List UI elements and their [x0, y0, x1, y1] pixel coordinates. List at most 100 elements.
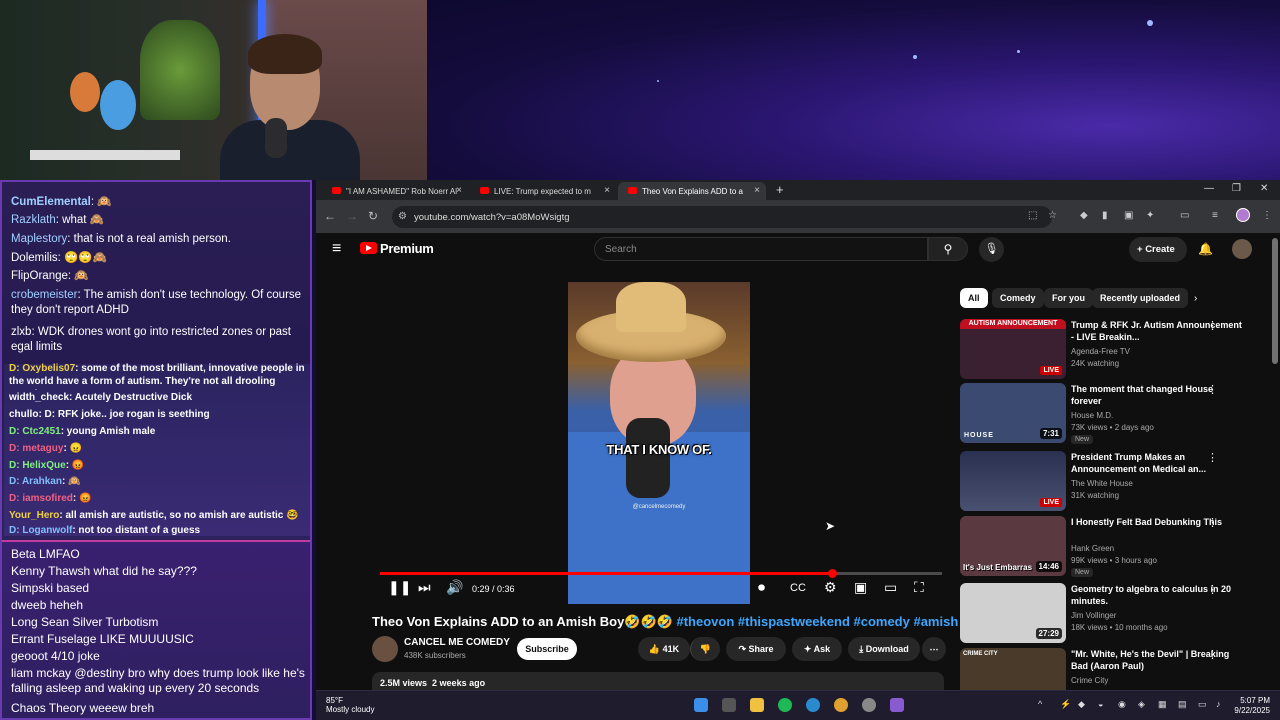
- video-hashtags[interactable]: #theovon #thispastweekend #comedy #amish: [677, 614, 959, 629]
- close-tab-icon[interactable]: ×: [754, 185, 760, 196]
- volume-icon[interactable]: 🔊: [446, 579, 463, 596]
- like-button[interactable]: 👍 41K: [638, 637, 690, 661]
- install-icon[interactable]: ⬚: [1028, 210, 1037, 221]
- recommended-video[interactable]: HOUSE 7:31 The moment that changed House…: [960, 383, 1260, 445]
- recommended-video[interactable]: CRIME CITY "Mr. White, He's the Devil" |…: [960, 648, 1260, 690]
- forward-icon[interactable]: →: [346, 209, 358, 223]
- more-options-icon[interactable]: ⋮: [1207, 648, 1218, 661]
- video-thumbnail[interactable]: CRIME CITY: [960, 648, 1066, 690]
- channel-name[interactable]: CANCEL ME COMEDY: [404, 637, 510, 648]
- recommendation-channel[interactable]: Agenda-Free TV: [1071, 346, 1130, 358]
- video-thumbnail[interactable]: HOUSE 7:31: [960, 383, 1066, 443]
- tray-app-icon[interactable]: ◉: [1118, 699, 1126, 710]
- tray-app-icon[interactable]: ◈: [1138, 699, 1145, 710]
- browser-tab[interactable]: LIVE: Trump expected to m ×: [470, 182, 616, 200]
- more-actions-button[interactable]: ⋯: [922, 637, 946, 661]
- video-thumbnail[interactable]: 27:29: [960, 583, 1066, 643]
- url-field[interactable]: ⚙ youtube.com/watch?v=a08MoWsigtg: [392, 206, 1052, 228]
- captions-icon[interactable]: CC: [790, 582, 806, 594]
- channel-avatar[interactable]: [372, 636, 398, 662]
- download-button[interactable]: ⤓ Download: [848, 637, 920, 661]
- extension-icon[interactable]: ▣: [1124, 210, 1133, 221]
- hamburger-menu-icon[interactable]: ≡: [332, 240, 341, 258]
- tray-app-icon[interactable]: ◆: [1078, 699, 1085, 710]
- recommendation-channel[interactable]: House M.D.: [1071, 410, 1113, 422]
- minimize-icon[interactable]: —: [1204, 183, 1214, 194]
- search-button[interactable]: ⚲: [928, 237, 968, 261]
- miniplayer-icon[interactable]: ▣: [854, 579, 867, 596]
- extension-icon[interactable]: ◆: [1080, 210, 1088, 221]
- autoplay-toggle-icon[interactable]: ⏺: [758, 579, 765, 596]
- app-icon[interactable]: [890, 698, 904, 712]
- more-options-icon[interactable]: ⋮: [1207, 583, 1218, 596]
- recommended-video[interactable]: 27:29 Geometry to algebra to calculus in…: [960, 583, 1260, 645]
- video-player[interactable]: THAT I KNOW OF. @cancelmecomedy ❚❚ ⏭ 🔊 0…: [378, 280, 944, 606]
- theater-mode-icon[interactable]: ▭: [884, 579, 897, 596]
- progress-bar[interactable]: [380, 569, 942, 578]
- close-tab-icon[interactable]: ×: [456, 185, 462, 196]
- chip-for-you[interactable]: For you: [1044, 288, 1093, 308]
- new-tab-icon[interactable]: +: [776, 182, 784, 197]
- account-avatar[interactable]: [1232, 239, 1252, 259]
- pause-icon[interactable]: ❚❚: [388, 579, 411, 596]
- browser-tab[interactable]: "I AM ASHAMED" Rob Noerr Al ×: [322, 182, 468, 200]
- system-clock[interactable]: 5:07 PM 9/22/2025: [1234, 696, 1270, 716]
- ask-button[interactable]: ✦ Ask: [792, 637, 842, 661]
- voice-search-button[interactable]: 🎙: [979, 237, 1004, 262]
- subscribe-button[interactable]: Subscribe: [517, 638, 577, 660]
- spotify-icon[interactable]: [778, 698, 792, 712]
- back-icon[interactable]: ←: [324, 209, 336, 223]
- edge-icon[interactable]: [806, 698, 820, 712]
- settings-gear-icon[interactable]: ⚙: [824, 579, 837, 596]
- sidebar-icon[interactable]: ▭: [1180, 210, 1189, 221]
- recommendation-channel[interactable]: Hank Green: [1071, 543, 1114, 555]
- close-window-icon[interactable]: ✕: [1260, 183, 1268, 194]
- video-thumbnail[interactable]: It's Just Embarras 14:46: [960, 516, 1066, 576]
- page-scrollbar[interactable]: [1272, 238, 1278, 364]
- recommended-video[interactable]: LIVE President Trump Makes an Announceme…: [960, 451, 1260, 513]
- volume-tray-icon[interactable]: ♪: [1216, 699, 1221, 709]
- site-info-icon[interactable]: ⚙: [398, 211, 407, 222]
- tray-app-icon[interactable]: ⚡: [1060, 699, 1071, 710]
- chevron-right-icon[interactable]: ›: [1194, 293, 1197, 304]
- chrome-icon[interactable]: [834, 698, 848, 712]
- tray-app-icon[interactable]: ◒: [1098, 699, 1103, 709]
- task-view-icon[interactable]: [722, 698, 736, 712]
- media-controls-icon[interactable]: ≡: [1212, 210, 1218, 221]
- menu-dots-icon[interactable]: ⋮: [1262, 210, 1272, 221]
- more-options-icon[interactable]: ⋮: [1207, 383, 1218, 396]
- browser-tab-active[interactable]: Theo Von Explains ADD to a ×: [618, 182, 766, 200]
- more-options-icon[interactable]: ⋮: [1207, 451, 1218, 464]
- tray-chevron-icon[interactable]: ^: [1038, 699, 1042, 709]
- chip-comedy[interactable]: Comedy: [992, 288, 1044, 308]
- video-frame[interactable]: THAT I KNOW OF. @cancelmecomedy: [568, 282, 750, 604]
- tray-app-icon[interactable]: ▤: [1178, 699, 1187, 710]
- recommendation-channel[interactable]: Jim Vollinger: [1071, 610, 1116, 622]
- start-windows-icon[interactable]: [694, 698, 708, 712]
- premium-logo-text[interactable]: Premium: [380, 241, 434, 256]
- bookmark-star-icon[interactable]: ☆: [1048, 210, 1057, 221]
- tray-app-icon[interactable]: ▦: [1158, 699, 1167, 710]
- maximize-icon[interactable]: ❐: [1232, 183, 1241, 194]
- dislike-button[interactable]: 👎: [690, 637, 720, 661]
- video-thumbnail[interactable]: LIVE: [960, 451, 1066, 511]
- weather-widget[interactable]: 85°F Mostly cloudy: [326, 696, 374, 714]
- share-button[interactable]: ↷ Share: [726, 637, 786, 661]
- extension-icon[interactable]: ▮: [1102, 210, 1108, 221]
- search-input[interactable]: Search: [594, 237, 928, 261]
- recommended-video[interactable]: It's Just Embarras 14:46 I Honestly Felt…: [960, 516, 1260, 578]
- more-options-icon[interactable]: ⋮: [1207, 319, 1218, 332]
- youtube-logo-icon[interactable]: [360, 242, 377, 254]
- fullscreen-icon[interactable]: ⛶: [914, 579, 924, 596]
- profile-avatar[interactable]: [1236, 208, 1250, 222]
- next-icon[interactable]: ⏭: [418, 579, 431, 596]
- close-tab-icon[interactable]: ×: [604, 185, 610, 196]
- network-icon[interactable]: ▭: [1198, 699, 1207, 710]
- recommended-video[interactable]: AUTISM ANNOUNCEMENT LIVE Trump & RFK Jr.…: [960, 319, 1260, 381]
- recommendation-channel[interactable]: The White House: [1071, 478, 1133, 490]
- chip-all[interactable]: All: [960, 288, 988, 308]
- reload-icon[interactable]: ↻: [368, 209, 378, 223]
- chip-recently-uploaded[interactable]: Recently uploaded: [1092, 288, 1189, 308]
- app-icon[interactable]: [862, 698, 876, 712]
- file-explorer-icon[interactable]: [750, 698, 764, 712]
